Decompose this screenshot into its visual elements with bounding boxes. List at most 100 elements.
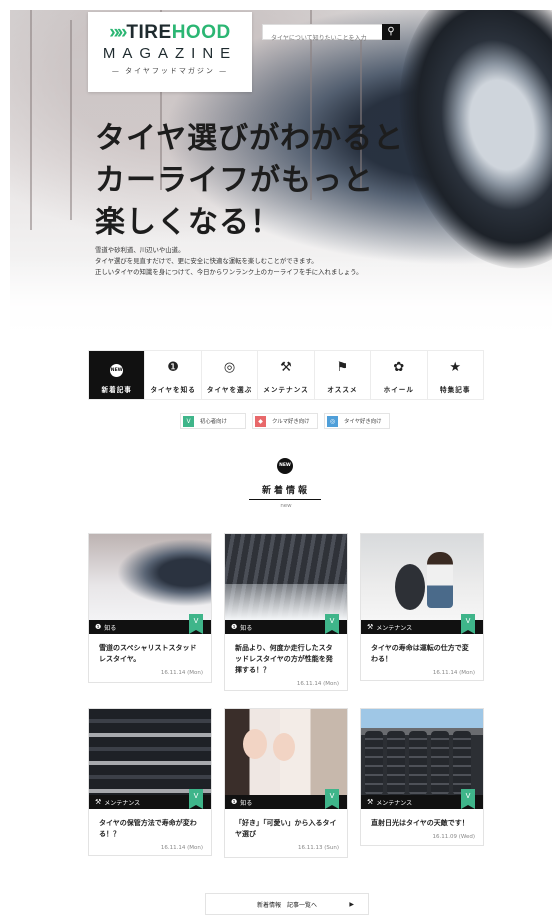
beginner-mark-icon: V [461, 614, 475, 634]
tools-icon: ⚒ [367, 798, 374, 806]
tab-label: タイヤを選ぶ [206, 386, 253, 394]
article-card[interactable]: ⚒ メンテナンス V タイヤの保管方法で寿命が変わる！？ 16.11.14 (M… [88, 708, 212, 856]
article-date: 16.11.14 (Mon) [296, 681, 339, 687]
article-card[interactable]: ⚒ メンテナンス V タイヤの寿命は運転の仕方で変わる！ 16.11.14 (M… [360, 533, 484, 681]
article-thumbnail [89, 709, 211, 795]
tools-icon: ⚒ [280, 360, 292, 375]
tire-icon: ◎ [327, 415, 338, 427]
article-title: 雪道のスペシャリストスタッドレスタイヤ。 [99, 644, 197, 663]
tab-know-tires[interactable]: ❶ タイヤを知る [145, 351, 202, 399]
new-badge-icon: NEW [277, 458, 293, 474]
filter-tire-lovers[interactable]: ◎ タイヤ好き向け [324, 413, 390, 429]
filter-label: タイヤ好き向け [344, 419, 382, 425]
article-thumbnail [361, 534, 483, 620]
logo-tire-text: TIRE [126, 22, 172, 43]
car-icon: ◆ [255, 415, 266, 427]
beginner-mark-icon: V [189, 789, 203, 809]
view-all-label: 新着情報 記事一覧へ [256, 901, 317, 909]
article-title: 新品より、何度か走行したスタッドレスタイヤの方が性能を発揮する！？ [235, 644, 333, 674]
wheel-icon: ✿ [393, 360, 405, 375]
beginner-mark-icon: V [325, 614, 339, 634]
tab-features[interactable]: ★ 特集記事 [427, 351, 483, 399]
info-icon: ❶ [167, 360, 179, 375]
view-all-articles-button[interactable]: 新着情報 記事一覧へ ▶ [205, 893, 369, 915]
article-title: タイヤの保管方法で寿命が変わる！？ [99, 819, 197, 838]
star-icon: ★ [449, 360, 462, 375]
article-category-label: メンテナンス [104, 799, 141, 807]
site-logo[interactable]: »» TIREHOOD MAGAZINE — タイヤフッドマガジン — [88, 12, 252, 92]
article-card[interactable]: ⚒ メンテナンス V 直射日光はタイヤの天敵です！ 16.11.09 (Wed) [360, 708, 484, 846]
hero-description-line: タイヤ選びを見直すだけで、更に安全に快適な運転を楽しむことができます。 [95, 257, 318, 265]
tree-decoration [70, 20, 72, 220]
arrow-right-icon: ▶ [349, 900, 354, 908]
search-input[interactable] [263, 31, 381, 46]
tab-label: メンテナンス [263, 386, 309, 394]
article-category-label: メンテナンス [376, 624, 413, 632]
logo-magazine-text: MAGAZINE [102, 45, 238, 62]
logo-hood-text: HOOD [171, 22, 231, 43]
new-badge-icon: NEW [89, 360, 144, 378]
level-filters: V 初心者向け ◆ クルマ好き向け ◎ タイヤ好き向け [180, 413, 390, 429]
article-category-label: メンテナンス [376, 799, 413, 807]
section-subtitle: new [280, 503, 292, 509]
tab-wheels[interactable]: ✿ ホイール [371, 351, 428, 399]
tab-new-articles[interactable]: NEW 新着記事 [89, 351, 146, 399]
hero-description-line: 雪道や砂利道、川辺いや山道。 [95, 246, 185, 254]
hero-headline-line: カーライフがもっと [95, 163, 374, 198]
article-thumbnail [225, 534, 347, 620]
article-date: 16.11.09 (Wed) [432, 834, 475, 840]
article-category-label: 知る [104, 624, 117, 632]
tab-label: 特集記事 [440, 386, 471, 394]
article-category: ❶ 知る V [225, 614, 347, 634]
beginner-mark-icon: V [325, 789, 339, 809]
chevron-icon: »» [109, 22, 127, 43]
tab-maintenance[interactable]: ⚒ メンテナンス [258, 351, 315, 399]
article-card[interactable]: ❶ 知る V 「好き」「可愛い」から入るタイヤ選び 16.11.13 (Sun) [224, 708, 348, 858]
search-button[interactable]: ⚲ [382, 24, 400, 40]
article-card[interactable]: ❶ 知る V 新品より、何度か走行したスタッドレスタイヤの方が性能を発揮する！？… [224, 533, 348, 691]
logo-subtitle: — タイヤフッドマガジン — [111, 67, 229, 75]
article-date: 16.11.14 (Mon) [160, 845, 203, 851]
article-thumbnail [361, 709, 483, 795]
hero-headline-line: 楽しくなる！ [95, 205, 281, 240]
article-date: 16.11.14 (Mon) [432, 670, 475, 676]
tools-icon: ⚒ [367, 623, 374, 631]
search-box: ⚲ [262, 24, 400, 46]
tab-choose-tires[interactable]: ◎ タイヤを選ぶ [201, 351, 259, 399]
article-card[interactable]: ❶ 知る V 雪道のスペシャリストスタッドレスタイヤ。 16.11.14 (Mo… [88, 533, 212, 683]
tab-label: 新着記事 [101, 386, 132, 394]
category-nav: NEW 新着記事 ❶ タイヤを知る ◎ タイヤを選ぶ ⚒ メンテナンス ⚑ オス… [88, 350, 484, 400]
beginner-mark-icon: V [461, 789, 475, 809]
article-category-label: 知る [240, 799, 253, 807]
hero-description-line: 正しいタイヤの知識を身につけて、今日からワンランク上のカーライフを手に入れましょ… [95, 268, 363, 276]
search-icon: ⚲ [387, 26, 395, 37]
filter-label: クルマ好き向け [272, 419, 310, 425]
section-divider [249, 499, 321, 500]
beginner-mark-icon: V [183, 415, 194, 427]
filter-beginner[interactable]: V 初心者向け [180, 413, 246, 429]
tire-icon: ◎ [223, 360, 236, 375]
hero-headline: タイヤ選びがわかると カーライフがもっと 楽しくなる！ [95, 118, 404, 244]
tab-label: タイヤを知る [150, 386, 196, 394]
hero-headline-line: タイヤ選びがわかると [95, 121, 405, 156]
article-title: タイヤの寿命は運転の仕方で変わる！ [371, 644, 469, 663]
filter-label: 初心者向け [200, 419, 227, 425]
article-thumbnail [89, 534, 211, 620]
section-title: 新着情報 [261, 486, 310, 496]
article-title: 「好き」「可愛い」から入るタイヤ選び [235, 819, 337, 838]
article-category: ⚒ メンテナンス V [361, 614, 483, 634]
tab-label: オススメ [327, 386, 358, 394]
article-category: ❶ 知る V [225, 789, 347, 809]
logo-wordmark: »» TIREHOOD [88, 22, 252, 44]
article-title: 直射日光はタイヤの天敵です！ [371, 819, 469, 827]
info-icon: ❶ [231, 623, 238, 631]
article-category: ⚒ メンテナンス V [89, 789, 211, 809]
tab-recommended[interactable]: ⚑ オススメ [314, 351, 372, 399]
article-thumbnail [225, 709, 347, 795]
tree-decoration [30, 10, 32, 230]
filter-car-lovers[interactable]: ◆ クルマ好き向け [252, 413, 318, 429]
article-category: ❶ 知る V [89, 614, 211, 634]
tools-icon: ⚒ [95, 798, 102, 806]
info-icon: ❶ [95, 623, 102, 631]
hero-description: 雪道や砂利道、川辺いや山道。 タイヤ選びを見直すだけで、更に安全に快適な運転を楽… [95, 245, 363, 278]
